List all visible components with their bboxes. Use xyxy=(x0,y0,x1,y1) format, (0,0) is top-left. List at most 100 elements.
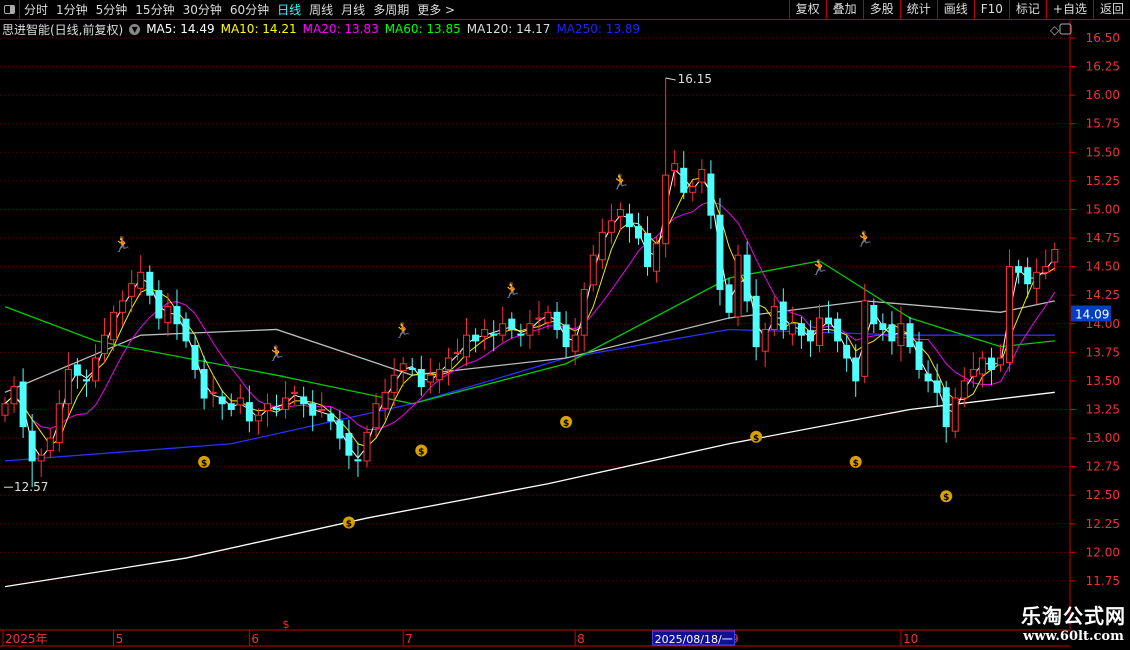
candle-body xyxy=(788,323,796,335)
candle-body xyxy=(254,414,262,422)
candle-body xyxy=(707,173,715,216)
candle-body xyxy=(797,323,805,336)
money-bag-icon: $ xyxy=(853,459,859,469)
x-tick-label: 5 xyxy=(116,632,124,646)
buy-signal-icon: 🏃 xyxy=(611,173,630,191)
toolbar-button[interactable]: F10 xyxy=(973,0,1009,20)
cursor-date-label: 2025/08/18/一 xyxy=(655,633,733,646)
candle-body xyxy=(73,364,81,376)
candle-body xyxy=(1024,267,1032,285)
candle-body xyxy=(128,283,136,297)
candlestick-chart[interactable]: 16.50 16.25 16.00 15.75 15.50 15.25 15.00 14.75… xyxy=(0,0,1130,650)
tab-period[interactable]: 15分钟 xyxy=(131,1,178,18)
tab-period[interactable]: 月线 xyxy=(337,1,369,18)
watermark: 乐淘公式网 www.60lt.com xyxy=(1021,600,1126,644)
candle-body xyxy=(363,431,371,462)
y-tick-label: 13.75 xyxy=(1086,345,1120,359)
candle-body xyxy=(64,368,72,405)
ma250-line xyxy=(4,328,1055,462)
dropdown-icon[interactable]: ▼ xyxy=(129,23,141,35)
candle-body xyxy=(879,323,887,330)
y-tick-label: 12.00 xyxy=(1086,545,1120,559)
y-tick-label: 12.75 xyxy=(1086,460,1120,474)
toolbar-button[interactable]: +自选 xyxy=(1045,0,1093,20)
candle-body xyxy=(92,357,99,382)
tab-period[interactable]: 日线 xyxy=(273,1,305,18)
tab-period[interactable]: 5分钟 xyxy=(92,1,132,18)
toolbar-button[interactable]: 叠加 xyxy=(825,0,863,20)
tab-period[interactable]: 多周期 xyxy=(369,1,413,18)
tab-period[interactable]: 周线 xyxy=(305,1,337,18)
candle-body xyxy=(951,397,959,432)
money-bag-icon: $ xyxy=(753,434,759,444)
candle-body xyxy=(987,357,995,370)
candle-body xyxy=(10,386,18,405)
candle-body xyxy=(553,311,561,330)
candle-body xyxy=(806,330,814,342)
candle-body xyxy=(571,334,579,352)
candle-body xyxy=(625,213,633,228)
tab-period[interactable]: 更多 > xyxy=(413,1,459,18)
candle-body xyxy=(101,334,109,354)
toolbar-button[interactable]: 复权 xyxy=(788,0,826,20)
ma-value: MA20: 13.83 xyxy=(302,22,379,36)
candle-body xyxy=(870,304,878,325)
candle-body xyxy=(535,317,543,320)
watermark-name: 乐淘公式网 xyxy=(1021,604,1126,628)
candle-body xyxy=(508,318,516,330)
candle-body xyxy=(1033,271,1041,289)
tab-period[interactable]: 1分钟 xyxy=(52,1,92,18)
candle-body xyxy=(852,357,860,382)
candle-body xyxy=(779,301,787,330)
candle-body xyxy=(689,186,697,193)
candle-body xyxy=(481,328,489,337)
candle-body xyxy=(680,167,688,193)
x-tick-label: 10 xyxy=(903,632,918,646)
y-tick-label: 15.50 xyxy=(1086,145,1120,159)
candle-body xyxy=(37,454,45,462)
candle-body xyxy=(381,391,389,409)
tab-period[interactable]: 30分钟 xyxy=(179,1,226,18)
x-tick-label: 6 xyxy=(251,632,259,646)
candle-body xyxy=(291,391,299,394)
candle-body xyxy=(200,368,208,399)
y-tick-label: 12.25 xyxy=(1086,517,1120,531)
candle-body xyxy=(19,381,27,428)
candle-body xyxy=(589,254,597,286)
toolbar-button[interactable]: 返回 xyxy=(1092,0,1130,20)
buy-signal-icon: 🏃 xyxy=(267,344,286,362)
toolbar-button[interactable]: 标记 xyxy=(1008,0,1046,20)
buy-signal-icon: 🏃 xyxy=(502,281,521,299)
candle-body xyxy=(616,208,624,217)
last-price-label: 14.09 xyxy=(1075,307,1109,321)
candle-body xyxy=(499,323,507,336)
candle-body xyxy=(942,387,950,428)
toolbar-button[interactable]: 多股 xyxy=(862,0,900,20)
y-tick-label: 13.50 xyxy=(1086,374,1120,388)
candle-body xyxy=(137,271,145,289)
ma-value: MA5: 14.49 xyxy=(146,22,215,36)
candle-body xyxy=(182,318,190,342)
candle-body xyxy=(843,344,851,359)
candle-body xyxy=(146,271,154,296)
y-tick-label: 11.75 xyxy=(1086,574,1120,588)
candle-body xyxy=(770,306,778,330)
candle-body xyxy=(300,396,308,405)
stock-title: 思进智能(日线,前复权) xyxy=(2,22,124,37)
candle-body xyxy=(607,220,615,233)
tab-period[interactable]: 分时 xyxy=(20,1,52,18)
x-tick-label: 2025年 xyxy=(5,632,48,646)
candle-body xyxy=(399,363,407,372)
candle-body xyxy=(915,341,923,370)
candle-body xyxy=(263,403,271,412)
toolbar-button[interactable]: 统计 xyxy=(899,0,937,20)
sidebar-toggle-icon[interactable] xyxy=(0,0,20,20)
low-price-label: 12.57 xyxy=(14,480,48,494)
toolbar-button[interactable]: 画线 xyxy=(936,0,974,20)
candle-body xyxy=(218,396,226,405)
candle-body xyxy=(209,391,217,394)
tab-period[interactable]: 60分钟 xyxy=(226,1,273,18)
candle-body xyxy=(164,306,172,324)
candle-body xyxy=(933,380,941,393)
candle-body xyxy=(997,357,1004,366)
